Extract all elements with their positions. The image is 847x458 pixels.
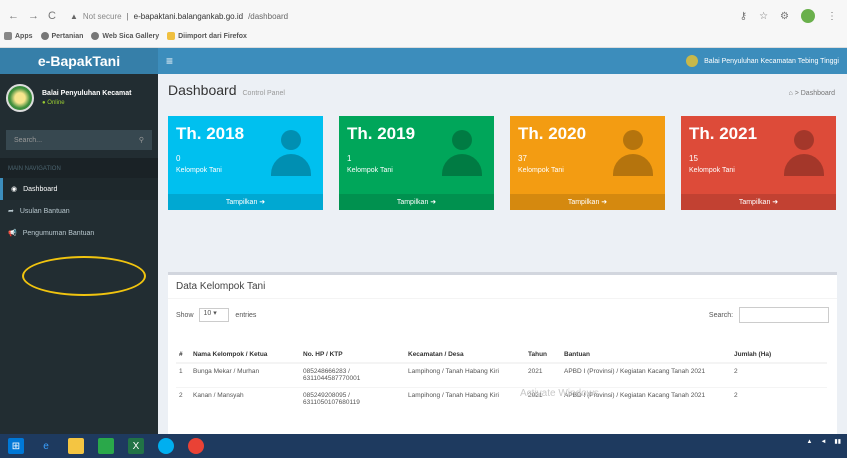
- sidebar-search-input[interactable]: Search... ⚲: [6, 130, 152, 150]
- bookmark-pertanian[interactable]: Pertanian: [40, 32, 83, 40]
- stat-box-2020: Th. 2020 37 Kelompok Tani Tampilkan ➜: [510, 116, 665, 210]
- box-more-link[interactable]: Tampilkan ➜: [510, 194, 665, 210]
- col-number[interactable]: #: [176, 331, 190, 364]
- dashboard-icon: ◉: [11, 186, 18, 193]
- stat-box-2019: Th. 2019 1 Kelompok Tani Tampilkan ➜: [339, 116, 494, 210]
- profile-icon[interactable]: [801, 9, 815, 23]
- windows-watermark: Activate Windows: [520, 388, 599, 399]
- url-host: e-bapaktani.balangankab.go.id: [133, 11, 244, 21]
- share-arrow-icon: ➦: [8, 208, 14, 215]
- user-avatar-small: [686, 55, 699, 67]
- table-row: 1 Bunga Mekar / Murhan 085248666283 / 63…: [176, 362, 827, 387]
- user-silhouette-icon: [442, 130, 482, 180]
- store-icon[interactable]: [98, 438, 114, 454]
- arrow-circle-icon: ➜: [772, 199, 779, 206]
- sidebar: e-BapakTani Balai Penyuluhan Kecamat ● O…: [0, 48, 158, 434]
- globe-icon: [40, 32, 49, 40]
- address-bar[interactable]: ▲ Not secure | e-bapaktani.balangankab.g…: [70, 12, 288, 21]
- panel-title: Data Kelompok Tani: [168, 275, 837, 299]
- menu-toggle-icon[interactable]: ≡: [166, 54, 173, 68]
- browser-chrome: ← → C ▲ Not secure | e-bapaktani.balanga…: [0, 0, 847, 48]
- table-row: 2 Kanan / Mansyah 085249208095 / 6311050…: [176, 386, 827, 411]
- menu-dots-icon[interactable]: ⋮: [827, 11, 837, 22]
- windows-start-icon[interactable]: ⊞: [8, 438, 24, 454]
- chrome-icon[interactable]: [188, 438, 204, 454]
- extensions-icon[interactable]: ⚙: [780, 11, 789, 22]
- star-icon[interactable]: ☆: [759, 11, 768, 22]
- user-panel: Balai Penyuluhan Kecamat ● Online: [0, 74, 158, 122]
- bullhorn-icon: 📢: [8, 230, 17, 237]
- search-icon[interactable]: ⚲: [139, 136, 144, 144]
- bookmark-web-sica[interactable]: Web Sica Gallery: [91, 32, 159, 40]
- col-nama[interactable]: Nama Kelompok / Ketua: [190, 331, 300, 364]
- box-more-link[interactable]: Tampilkan ➜: [681, 194, 836, 210]
- sidebar-item-usulan-bantuan[interactable]: ➦ Usulan Bantuan: [0, 200, 158, 222]
- arrow-circle-icon: ➜: [259, 199, 266, 206]
- top-navbar: ≡ Balai Penyuluhan Kecamatan Tebing Ting…: [158, 48, 847, 74]
- windows-taskbar: ⊞ e X ▲ ◄ ▮▮: [0, 434, 847, 458]
- file-explorer-icon[interactable]: [68, 438, 84, 454]
- bookmark-firefox-import[interactable]: Diimport dari Firefox: [167, 32, 247, 40]
- data-table: # Nama Kelompok / Ketua No. HP / KTP Kec…: [176, 331, 827, 411]
- home-icon[interactable]: ⌂: [789, 90, 793, 97]
- main-content: Dashboard Control Panel ⌂ > Dashboard Th…: [158, 74, 847, 434]
- forward-icon[interactable]: →: [28, 10, 39, 22]
- col-jumlah[interactable]: Jumlah (Ha): [731, 331, 827, 364]
- back-icon[interactable]: ←: [8, 10, 19, 22]
- user-silhouette-icon: [784, 130, 824, 180]
- user-name: Balai Penyuluhan Kecamat: [42, 90, 132, 97]
- app-logo[interactable]: e-BapakTani: [0, 48, 158, 74]
- url-path: /dashboard: [248, 11, 289, 21]
- menu-section-header: MAIN NAVIGATION: [0, 158, 158, 178]
- table-search: Search:: [709, 307, 829, 323]
- network-icon[interactable]: ▲: [806, 439, 812, 445]
- user-label: Balai Penyuluhan Kecamatan Tebing Tinggi: [704, 57, 839, 65]
- sidebar-item-pengumuman-bantuan[interactable]: 📢 Pengumuman Bantuan: [0, 222, 158, 244]
- user-silhouette-icon: [613, 130, 653, 180]
- avatar: [6, 84, 34, 112]
- col-tahun[interactable]: Tahun: [525, 331, 561, 364]
- volume-icon[interactable]: ◄: [820, 439, 826, 445]
- globe-icon: [91, 32, 100, 40]
- system-tray: ▲ ◄ ▮▮: [806, 438, 841, 446]
- user-menu[interactable]: Balai Penyuluhan Kecamatan Tebing Tinggi: [686, 55, 839, 67]
- page-subtitle: Control Panel: [242, 90, 285, 97]
- apps-grid-icon: [4, 32, 12, 40]
- table-header-row: # Nama Kelompok / Ketua No. HP / KTP Kec…: [176, 331, 827, 364]
- arrow-circle-icon: ➜: [430, 199, 437, 206]
- user-silhouette-icon: [271, 130, 311, 180]
- highlight-ellipse: [22, 256, 146, 296]
- col-bantuan[interactable]: Bantuan: [561, 331, 731, 364]
- col-kecamatan[interactable]: Kecamatan / Desa: [405, 331, 525, 364]
- stat-box-2018: Th. 2018 0 Kelompok Tani Tampilkan ➜: [168, 116, 323, 210]
- page-title: Dashboard: [168, 82, 237, 98]
- table-search-input[interactable]: [739, 307, 829, 323]
- clock[interactable]: ▮▮: [834, 438, 841, 445]
- bookmark-apps[interactable]: Apps: [4, 32, 33, 40]
- user-status: Online: [47, 100, 65, 106]
- arrow-circle-icon: ➜: [601, 199, 608, 206]
- breadcrumb: ⌂ > Dashboard: [788, 90, 835, 97]
- col-hp-ktp[interactable]: No. HP / KTP: [300, 331, 405, 364]
- stat-box-2021: Th. 2021 15 Kelompok Tani Tampilkan ➜: [681, 116, 836, 210]
- entries-select[interactable]: 10 ▾: [199, 308, 230, 322]
- excel-icon[interactable]: X: [128, 438, 144, 454]
- warning-icon: ▲: [69, 11, 78, 21]
- kelompok-tani-panel: Data Kelompok Tani Show 10 ▾ entries Sea…: [168, 272, 837, 434]
- entries-control: Show 10 ▾ entries: [176, 308, 256, 322]
- skype-icon[interactable]: [158, 438, 174, 454]
- box-more-link[interactable]: Tampilkan ➜: [168, 194, 323, 210]
- key-icon[interactable]: ⚷: [740, 11, 747, 22]
- chevron-down-icon: ▾: [213, 310, 217, 317]
- sidebar-item-dashboard[interactable]: ◉ Dashboard: [0, 178, 158, 200]
- edge-icon[interactable]: e: [38, 438, 54, 454]
- bookmarks-bar: Apps Pertanian Web Sica Gallery Diimport…: [0, 27, 847, 45]
- box-more-link[interactable]: Tampilkan ➜: [339, 194, 494, 210]
- reload-icon[interactable]: C: [48, 10, 56, 22]
- security-label: Not secure: [82, 11, 122, 21]
- folder-icon: [167, 32, 176, 40]
